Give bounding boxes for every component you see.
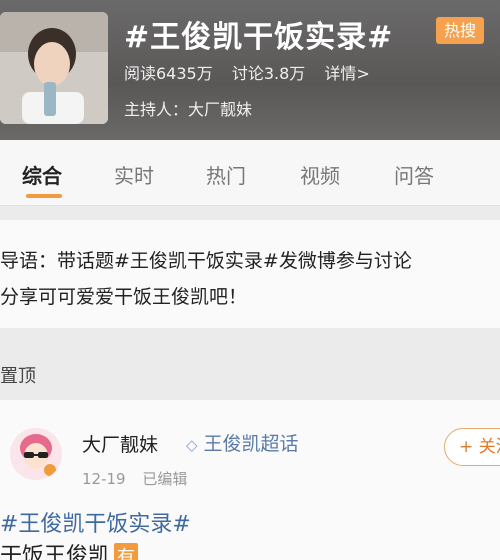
hot-search-badge[interactable]: 热搜 — [436, 17, 484, 44]
topic-host[interactable]: 主持人：大厂靓妹 — [124, 96, 252, 120]
avatar[interactable] — [10, 428, 62, 480]
pinned-post: 大厂靓妹 ◇王俊凯超话 12-19 已编辑 + 关注 #王俊凯干饭实录# 干饭王… — [0, 400, 500, 560]
post-body-text: 干饭王俊凯 — [0, 544, 111, 560]
tab-bar: 综合 实时 热门 视频 问答 — [0, 140, 500, 206]
discussion-count: 讨论3.8万 — [231, 64, 306, 83]
tab-comprehensive[interactable]: 综合 — [22, 160, 62, 189]
post-date: 12-19 — [82, 470, 126, 488]
post-author[interactable]: 大厂靓妹 — [82, 430, 158, 457]
tab-hot[interactable]: 热门 — [206, 160, 246, 189]
topic-title: #王俊凯干饭实录# — [124, 20, 394, 55]
active-tab-indicator — [26, 194, 62, 198]
super-topic-link[interactable]: ◇ 王俊凯超话 — [186, 429, 299, 456]
topic-header: #王俊凯干饭实录# 热搜 阅读6435万 讨论3.8万 详情> 主持人：大厂靓妹 — [0, 0, 500, 140]
post-meta: 12-19 已编辑 — [82, 468, 187, 489]
post-body: 干饭王俊凯有 — [0, 538, 139, 560]
tab-video[interactable]: 视频 — [300, 160, 340, 189]
pinned-label: 置顶 — [0, 366, 36, 387]
post-text-badge: 有 — [114, 543, 139, 560]
diamond-icon: ◇ — [186, 436, 198, 454]
post-hashtag-link[interactable]: #王俊凯干饭实录# — [0, 506, 191, 538]
topic-stats: 阅读6435万 讨论3.8万 详情> — [124, 60, 384, 84]
read-count: 阅读6435万 — [124, 64, 213, 83]
details-link[interactable]: 详情> — [324, 64, 369, 83]
guide-line-1: 导语：带话题#王俊凯干饭实录#发微博参与讨论 — [0, 250, 412, 272]
guide-line-2: 分享可可爱爱干饭王俊凯吧！ — [0, 286, 248, 308]
topic-guide: 导语：带话题#王俊凯干饭实录#发微博参与讨论 分享可可爱爱干饭王俊凯吧！ — [0, 220, 500, 328]
follow-button[interactable]: + 关注 — [444, 428, 500, 466]
edited-label: 已编辑 — [142, 470, 188, 488]
tab-realtime[interactable]: 实时 — [114, 160, 154, 189]
tab-qa[interactable]: 问答 — [394, 160, 434, 189]
topic-cover-image[interactable] — [0, 12, 108, 124]
